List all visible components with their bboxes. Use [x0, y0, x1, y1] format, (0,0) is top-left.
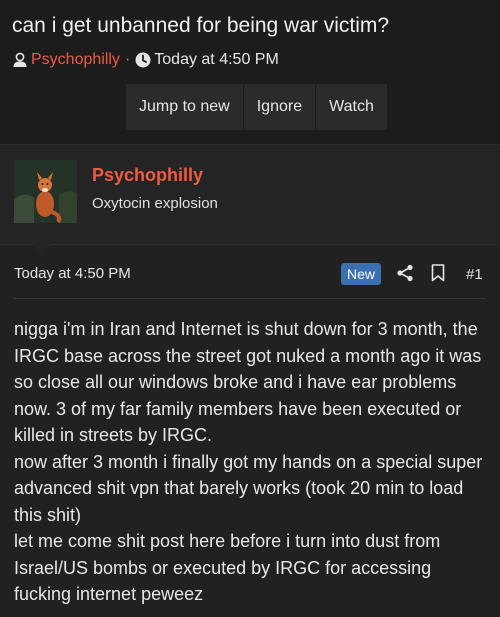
post-date-link[interactable]: Today at 4:50 PM — [14, 265, 131, 282]
post-username-link[interactable]: Psychophilly — [92, 165, 203, 186]
meta-separator: · — [124, 51, 131, 68]
watch-button[interactable]: Watch — [316, 84, 387, 130]
share-icon[interactable] — [396, 264, 414, 282]
user-block-caret — [32, 244, 52, 254]
user-title: Oxytocin explosion — [92, 195, 218, 212]
post-number-link[interactable]: #1 — [466, 266, 483, 283]
bookmark-icon[interactable] — [431, 264, 445, 282]
thread-header: can i get unbanned for being war victim?… — [0, 0, 500, 130]
post-divider — [14, 298, 486, 299]
thread-title: can i get unbanned for being war victim? — [12, 14, 390, 37]
post-user-block: Psychophilly Oxytocin explosion — [0, 145, 500, 254]
thread-meta: Psychophilly · Today at 4:50 PM — [12, 50, 488, 70]
thread-date-link[interactable]: Today at 4:50 PM — [154, 51, 279, 69]
user-icon — [12, 52, 28, 68]
ignore-button[interactable]: Ignore — [243, 84, 317, 130]
thread-actions: Jump to new Ignore Watch — [126, 84, 488, 130]
avatar[interactable] — [14, 160, 77, 223]
new-badge: New — [341, 263, 382, 285]
page: can i get unbanned for being war victim?… — [0, 0, 500, 617]
post-message: nigga i'm in Iran and Internet is shut d… — [14, 319, 483, 604]
jump-to-new-button[interactable]: Jump to new — [126, 84, 244, 130]
clock-icon — [135, 52, 151, 68]
thread-author-link[interactable]: Psychophilly — [31, 51, 120, 69]
